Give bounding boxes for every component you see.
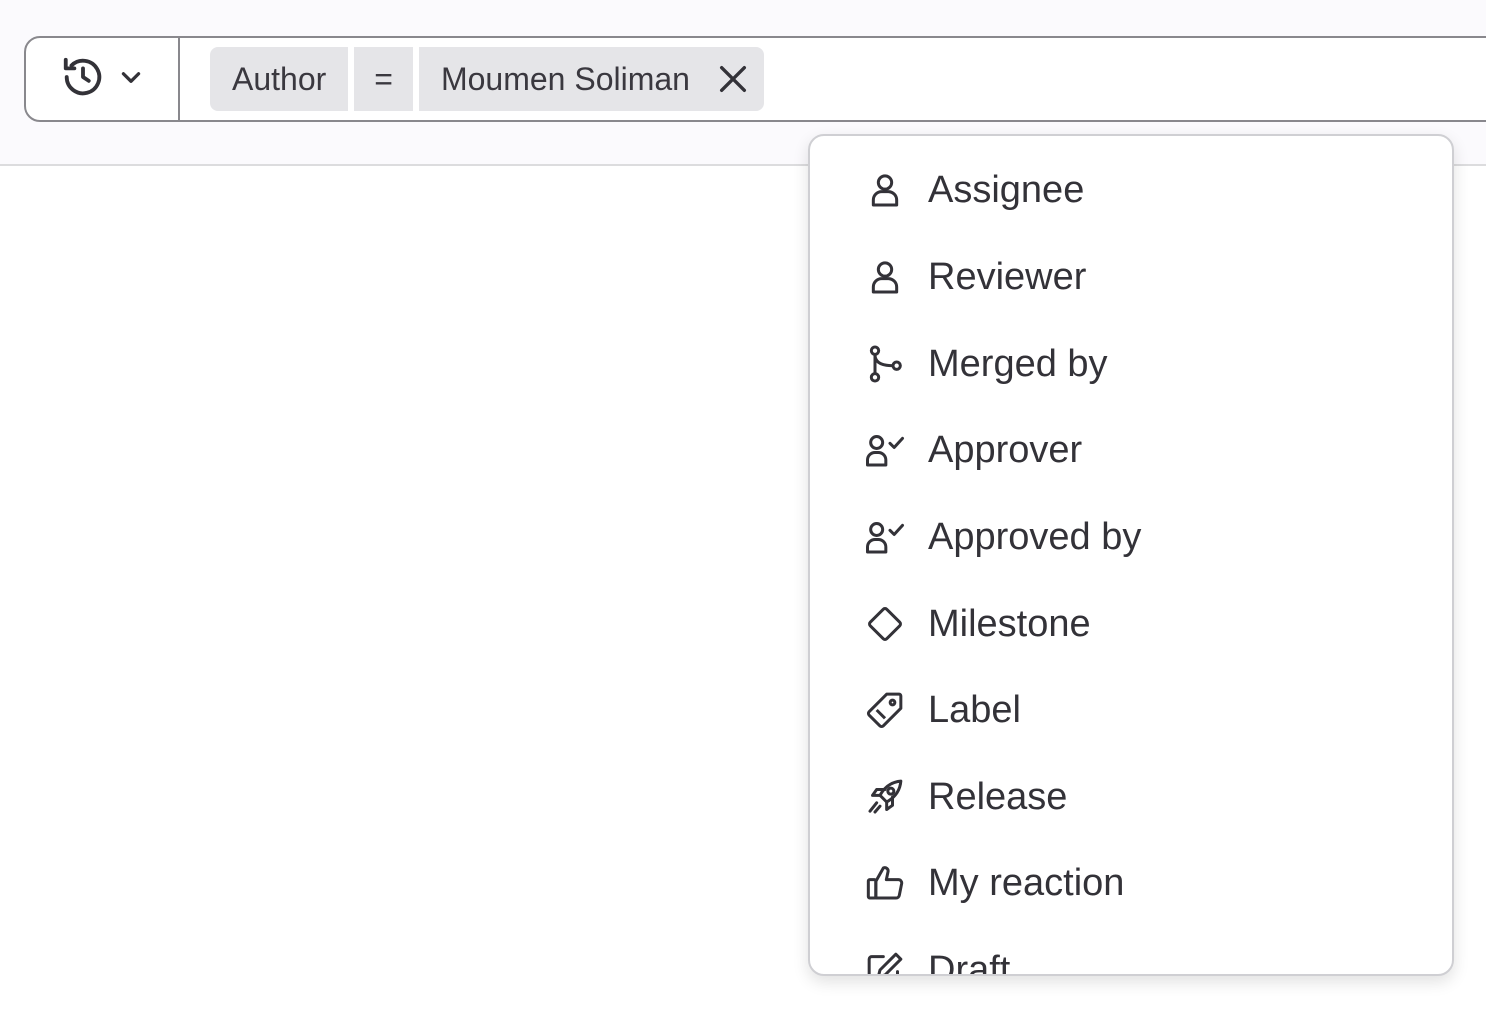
menu-item-approved-by[interactable]: Approved by xyxy=(862,509,1141,565)
menu-item-my-reaction[interactable]: My reaction xyxy=(862,855,1124,911)
thumb-up-icon xyxy=(862,860,908,906)
merge-icon xyxy=(862,341,908,387)
user-check-icon xyxy=(862,514,908,560)
menu-item-label: Merged by xyxy=(928,342,1108,385)
menu-item-label: Reviewer xyxy=(928,255,1087,298)
menu-item-draft[interactable]: Draft xyxy=(862,942,1011,976)
filter-tokens: Author = Moumen Soliman xyxy=(180,47,764,111)
milestone-icon xyxy=(862,601,908,647)
chevron-down-icon xyxy=(118,64,144,95)
menu-item-label-text: Label xyxy=(928,688,1021,731)
menu-item-label: Draft xyxy=(928,948,1011,976)
token-operator-label: = xyxy=(374,60,393,97)
filter-suggestions-dropdown: Assignee Reviewer Merged by Approver App… xyxy=(808,134,1454,976)
menu-item-milestone[interactable]: Milestone xyxy=(862,596,1091,652)
token-value-label: Moumen Soliman xyxy=(440,60,690,97)
history-icon xyxy=(60,54,106,105)
menu-item-merged-by[interactable]: Merged by xyxy=(862,336,1108,392)
token-operator[interactable]: = xyxy=(354,47,413,111)
user-icon xyxy=(862,254,908,300)
menu-item-release[interactable]: Release xyxy=(862,769,1067,825)
menu-item-label: Milestone xyxy=(928,602,1091,645)
menu-item-label: Approved by xyxy=(928,515,1142,558)
pencil-square-icon xyxy=(862,947,908,974)
menu-item-assignee[interactable]: Assignee xyxy=(862,162,1084,218)
menu-item-label[interactable]: Label xyxy=(862,682,1021,738)
token-field[interactable]: Author xyxy=(210,47,349,111)
menu-item-approver[interactable]: Approver xyxy=(862,422,1082,478)
menu-item-label: Release xyxy=(928,775,1068,818)
rocket-icon xyxy=(862,774,908,820)
close-icon[interactable] xyxy=(716,62,750,96)
menu-item-label: Assignee xyxy=(928,168,1085,211)
menu-item-label: Approver xyxy=(928,428,1083,471)
token-value[interactable]: Moumen Soliman xyxy=(418,47,764,111)
user-check-icon xyxy=(862,427,908,473)
menu-item-label: My reaction xyxy=(928,861,1125,904)
user-icon xyxy=(862,167,908,213)
filtered-search-bar[interactable]: Author = Moumen Soliman xyxy=(24,36,1486,122)
menu-item-reviewer[interactable]: Reviewer xyxy=(862,249,1086,305)
token-field-label: Author xyxy=(232,60,327,97)
recent-searches-button[interactable] xyxy=(26,38,180,120)
label-icon xyxy=(862,687,908,733)
